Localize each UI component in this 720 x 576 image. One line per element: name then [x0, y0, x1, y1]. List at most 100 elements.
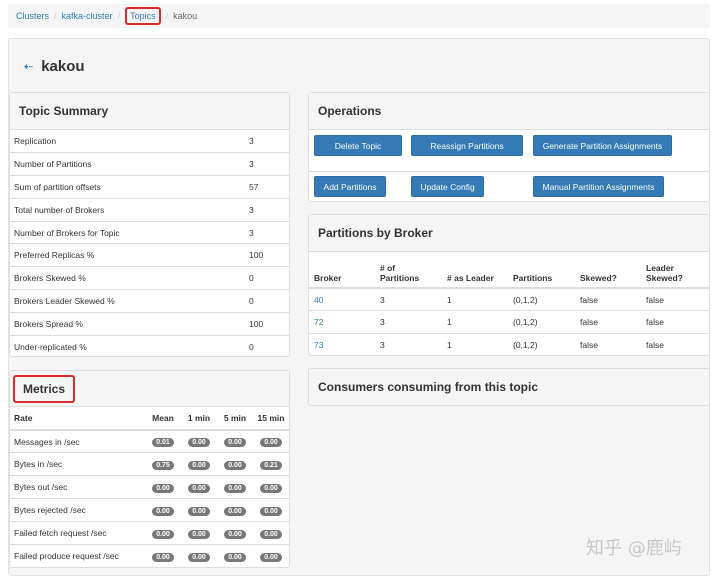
- page-title-text: kakou: [41, 58, 85, 75]
- metric-badge: 0.00: [224, 483, 246, 493]
- divider: [309, 171, 709, 172]
- table-row: Brokers Leader Skewed % 0: [10, 289, 289, 313]
- breadcrumb-topics[interactable]: Topics: [125, 7, 161, 25]
- metric-badge: 0.00: [260, 438, 282, 448]
- metric-badge: 0.00: [188, 483, 210, 493]
- metric-badge: 0.00: [188, 506, 210, 516]
- summary-value: 3: [245, 152, 289, 176]
- broker-link[interactable]: 73: [314, 340, 323, 350]
- column-header-broker: Broker: [309, 252, 375, 289]
- metric-label: Bytes rejected /sec: [10, 498, 145, 522]
- metrics-heading-text: Metrics: [13, 374, 76, 403]
- add-partitions-button[interactable]: Add Partitions: [314, 176, 386, 197]
- broker-skewed: false: [575, 333, 641, 357]
- column-header-15min: 15 min: [253, 407, 289, 431]
- broker-link[interactable]: 72: [314, 317, 323, 327]
- watermark: 知乎 @鹿屿: [586, 538, 682, 559]
- summary-label: Preferred Replicas %: [10, 243, 245, 267]
- metric-label: Failed produce request /sec: [10, 543, 145, 568]
- metric-badge: 0.00: [224, 438, 246, 448]
- summary-label: Under-replicated %: [10, 334, 245, 358]
- broker-link[interactable]: 40: [314, 295, 323, 305]
- table-row: Bytes rejected /sec 0.00 0.00 0.00 0.00: [10, 498, 289, 522]
- metric-badge: 0.00: [152, 529, 174, 539]
- summary-value: 3: [245, 197, 289, 222]
- broker-leader-skewed: false: [646, 294, 664, 305]
- table-row: Brokers Spread % 100: [10, 311, 289, 336]
- summary-label: Brokers Spread %: [10, 311, 245, 336]
- column-header-skewed: Skewed?: [575, 252, 641, 289]
- partitions-by-broker-table: Broker # of Partitions # as Leader Partit…: [309, 252, 709, 357]
- summary-value: 0: [245, 266, 289, 290]
- metric-badge: 0.00: [188, 438, 210, 448]
- metric-badge: 0.00: [224, 552, 246, 562]
- partitions-by-broker-heading: Partitions by Broker: [309, 215, 709, 252]
- summary-value: 3: [249, 136, 254, 147]
- topic-summary-panel: Topic Summary Replication 3 Number of Par…: [9, 92, 290, 358]
- summary-label: Brokers Skewed %: [10, 266, 245, 290]
- table-row: Replication 3: [10, 130, 289, 153]
- operations-heading: Operations: [309, 93, 709, 130]
- back-arrow-icon[interactable]: ⇠: [24, 60, 33, 73]
- manual-partition-assignments-button[interactable]: Manual Partition Assignments: [533, 176, 664, 197]
- metrics-heading: Metrics: [10, 371, 289, 407]
- broker-partitions: (0,1,2): [513, 294, 538, 305]
- column-header-mean: Mean: [145, 407, 181, 431]
- consumers-panel: Consumers consuming from this topic: [308, 368, 710, 406]
- breadcrumb-clusters[interactable]: Clusters: [16, 11, 49, 21]
- topic-summary-heading: Topic Summary: [10, 93, 289, 130]
- operations-panel: Operations Delete Topic Reassign Partiti…: [308, 92, 710, 202]
- table-row: Sum of partition offsets 57: [10, 175, 289, 199]
- partitions-by-broker-panel: Partitions by Broker Broker # of Partitio…: [308, 214, 710, 357]
- topic-summary-table: Replication 3 Number of Partitions 3 Sum o…: [10, 130, 289, 358]
- breadcrumb-cluster[interactable]: kafka-cluster: [62, 11, 113, 21]
- broker-as-leader: 1: [442, 310, 508, 334]
- breadcrumb: Clusters / kafka-cluster / Topics / kako…: [8, 4, 710, 28]
- consumers-heading: Consumers consuming from this topic: [309, 369, 709, 405]
- metric-badge: 0.01: [152, 438, 174, 448]
- table-row: 73 3 1 (0,1,2) false false: [309, 333, 709, 357]
- metric-label: Messages in /sec: [14, 436, 80, 447]
- column-header-5min: 5 min: [217, 407, 253, 431]
- broker-as-leader: 1: [447, 294, 452, 305]
- generate-partition-assignments-button[interactable]: Generate Partition Assignments: [533, 135, 672, 156]
- metric-badge: 0.00: [188, 460, 210, 470]
- metric-badge: 0.00: [224, 460, 246, 470]
- metric-badge: 0.00: [260, 506, 282, 516]
- column-header-rate: Rate: [10, 407, 145, 431]
- delete-topic-button[interactable]: Delete Topic: [314, 135, 402, 156]
- metric-badge: 0.75: [152, 460, 174, 470]
- breadcrumb-separator: /: [117, 11, 121, 21]
- metrics-panel: Metrics Rate Mean 1 min 5 min 15 min Mes…: [9, 370, 290, 568]
- page-title: ⇠ kakou: [24, 58, 85, 75]
- metric-badge: 0.00: [152, 506, 174, 516]
- summary-label: Number of Brokers for Topic: [10, 220, 245, 244]
- table-row: Bytes out /sec 0.00 0.00 0.00 0.00: [10, 475, 289, 499]
- metrics-table: Rate Mean 1 min 5 min 15 min Messages in…: [10, 407, 289, 568]
- summary-label: Number of Partitions: [10, 152, 245, 176]
- column-header-as-leader: # as Leader: [442, 252, 508, 289]
- table-row: Brokers Skewed % 0: [10, 266, 289, 290]
- summary-value: 0: [245, 289, 289, 313]
- breadcrumb-current: kakou: [173, 11, 198, 21]
- metric-label: Failed fetch request /sec: [10, 521, 145, 545]
- summary-value: 100: [245, 243, 289, 267]
- metric-badge: 0.00: [224, 506, 246, 516]
- summary-value: 3: [245, 220, 289, 244]
- table-row: Messages in /sec 0.01 0.00 0.00 0.00: [10, 430, 289, 453]
- metric-badge: 0.00: [224, 529, 246, 539]
- metric-label: Bytes in /sec: [10, 452, 145, 476]
- update-config-button[interactable]: Update Config: [411, 176, 484, 197]
- column-header-partitions: Partitions: [508, 252, 575, 289]
- reassign-partitions-button[interactable]: Reassign Partitions: [411, 135, 523, 156]
- table-row: Number of Brokers for Topic 3: [10, 220, 289, 244]
- broker-num-partitions: 3: [375, 310, 442, 334]
- metric-badge: 0.00: [260, 552, 282, 562]
- broker-num-partitions: 3: [375, 333, 442, 357]
- summary-label: Sum of partition offsets: [10, 175, 245, 199]
- table-row: Failed fetch request /sec 0.00 0.00 0.00…: [10, 521, 289, 545]
- table-row: Bytes in /sec 0.75 0.00 0.00 0.21: [10, 452, 289, 476]
- metric-badge: 0.00: [188, 552, 210, 562]
- table-header-row: Broker # of Partitions # as Leader Partit…: [309, 252, 709, 289]
- column-header-1min: 1 min: [181, 407, 217, 431]
